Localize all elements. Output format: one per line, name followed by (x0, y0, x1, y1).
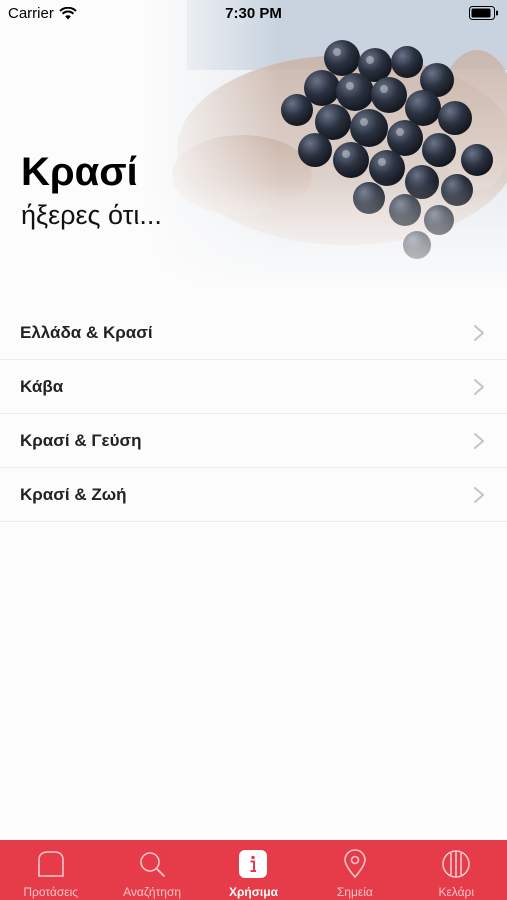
location-pin-icon (339, 848, 371, 880)
tab-bar: Προτάσεις Αναζήτηση Χρήσιμα Σημεία Κελάρ… (0, 840, 507, 900)
chevron-right-icon (474, 324, 484, 341)
hero-banner: Κρασί ήξερες ότι... (0, 0, 507, 300)
list-item-label: Ελλάδα & Κρασί (20, 322, 153, 342)
search-icon (136, 848, 168, 880)
chevron-right-icon (474, 378, 484, 395)
list-item-wine-life[interactable]: Κρασί & Ζωή (0, 468, 507, 522)
home-icon (35, 848, 67, 880)
tab-label: Προτάσεις (23, 885, 79, 899)
battery-icon (469, 6, 499, 24)
list-item-wine-taste[interactable]: Κρασί & Γεύση (0, 414, 507, 468)
status-bar: Carrier 7:30 PM (0, 0, 507, 28)
tab-label: Σημεία (336, 885, 373, 899)
list-item-greece-wine[interactable]: Ελλάδα & Κρασί (0, 306, 507, 360)
tab-places[interactable]: Σημεία (304, 840, 405, 900)
tab-useful[interactable]: Χρήσιμα (203, 840, 304, 900)
barrel-icon (440, 848, 472, 880)
tab-label: Κελάρι (438, 885, 475, 899)
info-icon (237, 848, 269, 880)
tab-suggestions[interactable]: Προτάσεις (0, 840, 101, 900)
tab-label: Αναζήτηση (123, 885, 182, 899)
chevron-right-icon (474, 432, 484, 449)
page-title: Κρασί (21, 150, 138, 194)
list-item-label: Κρασί & Ζωή (20, 484, 127, 504)
tab-cellar[interactable]: Κελάρι (406, 840, 507, 900)
page-subtitle: ήξερες ότι... (21, 200, 162, 230)
clock: 7:30 PM (225, 5, 282, 22)
topics-list: Ελλάδα & Κρασί Κάβα Κρασί & Γεύση Κρασί … (0, 306, 507, 522)
tab-label: Χρήσιμα (228, 885, 278, 899)
list-item-label: Κάβα (20, 376, 64, 396)
chevron-right-icon (474, 486, 484, 503)
list-item-label: Κρασί & Γεύση (20, 430, 142, 450)
tab-search[interactable]: Αναζήτηση (102, 840, 203, 900)
list-item-cava[interactable]: Κάβα (0, 360, 507, 414)
